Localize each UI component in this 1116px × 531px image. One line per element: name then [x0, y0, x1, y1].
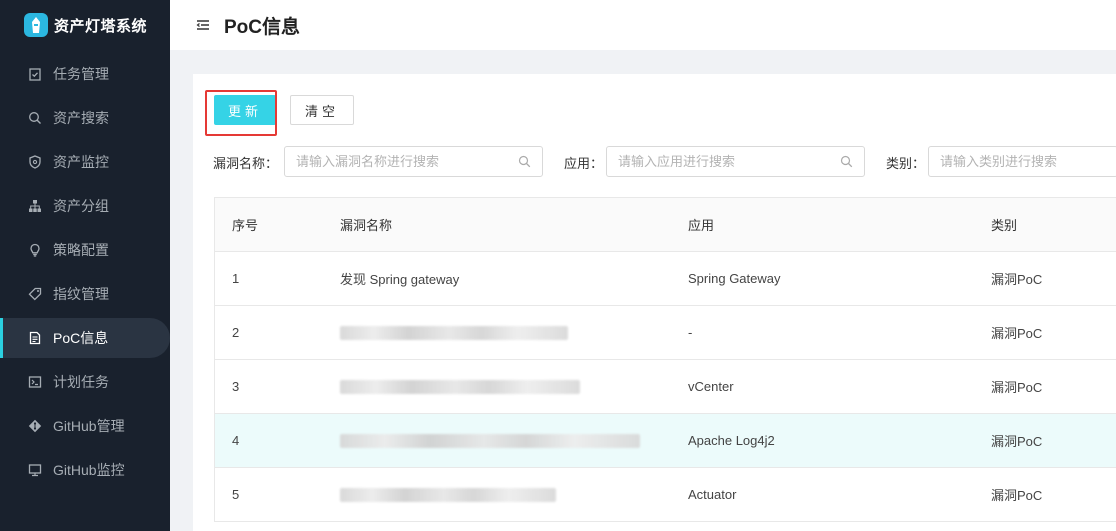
row-category: 漏洞PoC	[991, 272, 1043, 287]
sidebar-item-asset-search[interactable]: 资产搜索	[0, 98, 170, 138]
sidebar-item-poc[interactable]: PoC信息	[0, 318, 170, 358]
row-category: 漏洞PoC	[991, 326, 1043, 341]
content-card: 更新 清空 漏洞名称： 应用： 类别： 序号 漏洞名称 应用 类别 1 发现 S…	[193, 74, 1116, 531]
menu-fold-icon[interactable]	[196, 18, 210, 32]
sitemap-icon	[28, 199, 42, 213]
row-vuln-name: 发现 Spring gateway	[340, 272, 460, 287]
column-header-index: 序号	[232, 218, 259, 233]
logo: 资产灯塔系统	[0, 0, 170, 50]
clear-button[interactable]: 清空	[290, 95, 354, 125]
row-app: -	[688, 325, 693, 340]
row-index: 5	[232, 487, 240, 502]
row-category: 漏洞PoC	[991, 434, 1043, 449]
git-icon	[28, 419, 42, 433]
poc-table: 序号 漏洞名称 应用 类别 1 发现 Spring gateway Spring…	[214, 197, 1116, 522]
row-vuln-name-redacted	[340, 414, 640, 467]
vuln-name-label: 漏洞名称：	[213, 156, 279, 171]
sidebar: 资产灯塔系统 任务管理 资产搜索 资产监控 资产分组 策略配置 指纹管理 PoC…	[0, 0, 170, 531]
row-app: Apache Log4j2	[688, 433, 775, 448]
lighthouse-icon	[24, 13, 48, 37]
row-app: Actuator	[688, 487, 737, 502]
terminal-icon	[28, 375, 42, 389]
search-icon	[28, 111, 42, 125]
app-label: 应用：	[564, 156, 604, 171]
table-row[interactable]: 5 Actuator 漏洞PoC	[215, 468, 1116, 522]
column-header-vuln-name: 漏洞名称	[340, 218, 393, 233]
page-title: PoC信息	[224, 16, 301, 38]
row-index: 2	[232, 325, 240, 340]
search-icon	[518, 155, 531, 168]
row-category: 漏洞PoC	[991, 488, 1043, 503]
app-search-input[interactable]	[606, 146, 865, 177]
sidebar-nav: 任务管理 资产搜索 资产监控 资产分组 策略配置 指纹管理 PoC信息 计划任务…	[0, 54, 170, 490]
category-search-input[interactable]	[928, 146, 1116, 177]
sidebar-item-asset-monitor[interactable]: 资产监控	[0, 142, 170, 182]
row-index: 1	[232, 271, 240, 286]
sidebar-item-label: 计划任务	[53, 374, 109, 390]
row-index: 3	[232, 379, 240, 394]
sidebar-item-github-monitor[interactable]: GitHub监控	[0, 450, 170, 490]
table-header-row: 序号 漏洞名称 应用 类别	[215, 198, 1116, 252]
sidebar-item-policy[interactable]: 策略配置	[0, 230, 170, 270]
sidebar-item-label: 任务管理	[53, 66, 109, 82]
task-icon	[28, 67, 42, 81]
column-header-category: 类别	[991, 218, 1018, 233]
sidebar-item-label: PoC信息	[53, 330, 109, 346]
sidebar-item-task[interactable]: 任务管理	[0, 54, 170, 94]
row-app: vCenter	[688, 379, 734, 394]
row-app: Spring Gateway	[688, 271, 781, 286]
sidebar-item-label: 指纹管理	[53, 286, 109, 302]
row-vuln-name-redacted	[340, 306, 568, 359]
sidebar-item-scheduled-task[interactable]: 计划任务	[0, 362, 170, 402]
vuln-name-search-input[interactable]	[284, 146, 543, 177]
shield-icon	[28, 155, 42, 169]
monitor-icon	[28, 463, 42, 477]
bulb-icon	[28, 243, 42, 257]
app-title: 资产灯塔系统	[54, 17, 148, 35]
row-vuln-name-redacted	[340, 360, 580, 413]
row-vuln-name-redacted	[340, 468, 556, 521]
sidebar-item-github-manage[interactable]: GitHub管理	[0, 406, 170, 446]
tag-icon	[28, 287, 42, 301]
update-button[interactable]: 更新	[214, 95, 276, 125]
sidebar-item-asset-group[interactable]: 资产分组	[0, 186, 170, 226]
row-index: 4	[232, 433, 240, 448]
sidebar-item-label: GitHub管理	[53, 418, 125, 434]
search-icon	[840, 155, 853, 168]
document-icon	[28, 331, 42, 345]
sidebar-item-label: 资产搜索	[53, 110, 109, 126]
sidebar-item-fingerprint[interactable]: 指纹管理	[0, 274, 170, 314]
category-label: 类别：	[886, 156, 926, 171]
sidebar-item-label: 资产分组	[53, 198, 109, 214]
table-row[interactable]: 1 发现 Spring gateway Spring Gateway 漏洞PoC	[215, 252, 1116, 306]
sidebar-item-label: 策略配置	[53, 242, 109, 258]
header: PoC信息	[170, 0, 1116, 50]
column-header-app: 应用	[688, 218, 715, 233]
sidebar-item-label: 资产监控	[53, 154, 109, 170]
table-row[interactable]: 3 vCenter 漏洞PoC	[215, 360, 1116, 414]
table-row[interactable]: 2 - 漏洞PoC	[215, 306, 1116, 360]
table-row[interactable]: 4 Apache Log4j2 漏洞PoC	[215, 414, 1116, 468]
row-category: 漏洞PoC	[991, 380, 1043, 395]
filter-bar: 漏洞名称： 应用： 类别：	[213, 146, 1116, 177]
sidebar-item-label: GitHub监控	[53, 462, 125, 478]
